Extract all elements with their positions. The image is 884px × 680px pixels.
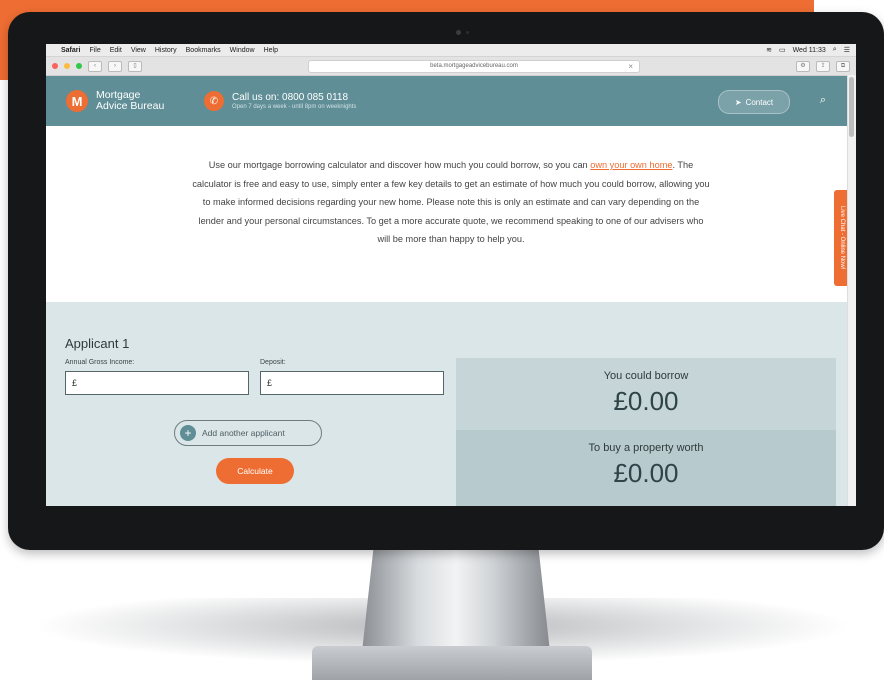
- stop-loading-icon[interactable]: ×: [628, 61, 633, 72]
- own-your-own-home-link[interactable]: own your own home: [590, 160, 672, 170]
- menu-window[interactable]: Window: [230, 47, 255, 54]
- site-header: M Mortgage Advice Bureau ✆ Call us on: 0…: [46, 76, 856, 126]
- add-applicant-label: Add another applicant: [202, 428, 285, 438]
- menu-history[interactable]: History: [155, 47, 177, 54]
- mab-logo-icon[interactable]: M: [66, 90, 88, 112]
- borrow-label: You could borrow: [603, 370, 689, 382]
- property-label: To buy a property worth: [588, 442, 704, 454]
- battery-icon[interactable]: ▭: [779, 46, 786, 54]
- contact-button[interactable]: ➤ Contact: [718, 90, 790, 114]
- menu-view[interactable]: View: [131, 47, 146, 54]
- camera-icon: [456, 30, 461, 35]
- income-field[interactable]: £: [65, 371, 249, 395]
- contact-label: Contact: [745, 97, 774, 107]
- property-result-panel: To buy a property worth £0.00: [456, 430, 836, 506]
- toolbar-right: ⚙ ⇪ ⧉: [796, 60, 850, 72]
- sensor-dot: [466, 31, 469, 34]
- zoom-window-button[interactable]: [76, 63, 82, 69]
- intro-paragraph: Use our mortgage borrowing calculator an…: [191, 156, 711, 249]
- monitor-base: [312, 646, 592, 680]
- phone-icon[interactable]: ✆: [204, 91, 224, 111]
- deposit-field[interactable]: £: [260, 371, 444, 395]
- logo-line-2: Advice Bureau: [96, 100, 165, 112]
- intro-section: Use our mortgage borrowing calculator an…: [46, 126, 856, 302]
- property-value: £0.00: [613, 458, 679, 488]
- screen: Safari File Edit View History Bookmarks …: [46, 44, 856, 506]
- address-url: beta.mortgageadvicebureau.com: [430, 63, 518, 69]
- search-icon[interactable]: ⌕: [820, 94, 826, 107]
- intro-text-before: Use our mortgage borrowing calculator an…: [208, 160, 588, 170]
- call-hours: Open 7 days a week - until 8pm on weekni…: [232, 104, 357, 110]
- call-info[interactable]: Call us on: 0800 085 0118 Open 7 days a …: [232, 92, 356, 110]
- menu-edit[interactable]: Edit: [110, 47, 122, 54]
- scrollbar-thumb[interactable]: [849, 77, 854, 137]
- menu-help[interactable]: Help: [264, 47, 278, 54]
- tabs-icon[interactable]: ⧉: [836, 60, 850, 72]
- menubar-status-area: ≋ ▭ Wed 11:33 ⌕ ☰: [766, 46, 850, 54]
- plus-icon: +: [180, 425, 196, 441]
- browser-toolbar: ‹ › ▯ beta.mortgageadvicebureau.com × ⚙ …: [46, 57, 856, 76]
- share-icon[interactable]: ⇪: [816, 60, 830, 72]
- deposit-label: Deposit:: [260, 359, 286, 366]
- menu-file[interactable]: File: [89, 47, 100, 54]
- borrow-result-panel: You could borrow £0.00: [456, 358, 836, 430]
- address-bar[interactable]: beta.mortgageadvicebureau.com ×: [308, 59, 640, 73]
- income-label: Annual Gross Income:: [65, 359, 135, 366]
- menubar-clock[interactable]: Wed 11:33: [793, 47, 826, 54]
- notification-icon[interactable]: ☰: [844, 46, 850, 54]
- send-icon: ➤: [734, 97, 742, 107]
- menu-app-name[interactable]: Safari: [61, 47, 80, 54]
- wifi-icon[interactable]: ≋: [766, 46, 772, 54]
- intro-text-after: . The calculator is free and easy to use…: [192, 160, 710, 244]
- calculator-section: Applicant 1 Annual Gross Income: £ Depos…: [46, 302, 856, 506]
- close-window-button[interactable]: [52, 63, 58, 69]
- minimize-window-button[interactable]: [64, 63, 70, 69]
- page-scrollbar[interactable]: [847, 75, 856, 506]
- monitor-stand: [362, 550, 550, 652]
- calculate-button[interactable]: Calculate: [216, 458, 294, 484]
- add-applicant-button[interactable]: + Add another applicant: [174, 420, 322, 446]
- applicant-title: Applicant 1: [65, 336, 130, 351]
- menu-bookmarks[interactable]: Bookmarks: [186, 47, 221, 54]
- call-number: Call us on: 0800 085 0118: [232, 92, 349, 103]
- mac-menubar: Safari File Edit View History Bookmarks …: [46, 44, 856, 57]
- sidebar-icon[interactable]: ▯: [128, 60, 142, 72]
- site-logo-text[interactable]: Mortgage Advice Bureau: [96, 90, 186, 112]
- forward-icon[interactable]: ›: [108, 60, 122, 72]
- extensions-icon[interactable]: ⚙: [796, 60, 810, 72]
- back-icon[interactable]: ‹: [88, 60, 102, 72]
- spotlight-icon[interactable]: ⌕: [833, 46, 837, 54]
- borrow-value: £0.00: [613, 386, 679, 416]
